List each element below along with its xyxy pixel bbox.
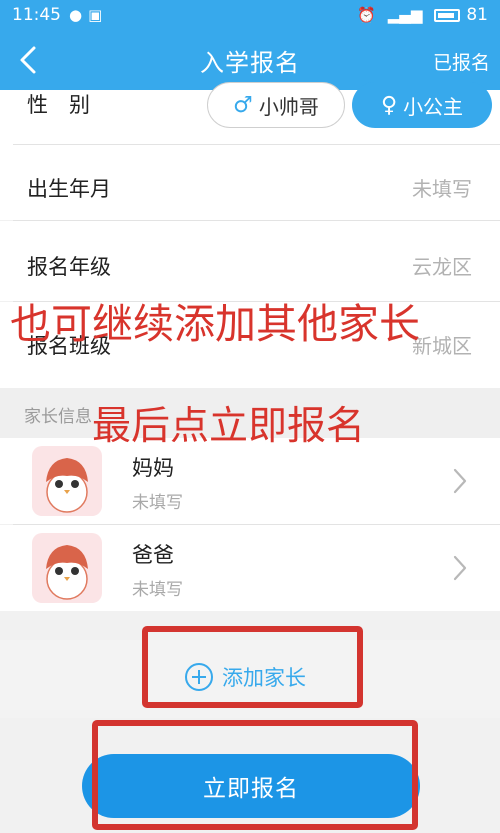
page-title: 入学报名 — [200, 48, 300, 77]
avatar — [32, 533, 102, 603]
alarm-icon: ⏰ — [357, 6, 376, 24]
parent-name: 爸爸 — [132, 543, 174, 567]
grade-label: 报名年级 — [27, 255, 111, 279]
class-value: 新城区 — [412, 334, 472, 358]
battery-icon — [434, 8, 461, 22]
status-right: ⏰ ▂▄▆ 81 — [357, 5, 488, 25]
highlight-box-add-parent — [142, 626, 363, 708]
signal-icon: ▂▄▆ — [387, 6, 423, 24]
female-symbol-icon: ♀ — [380, 92, 398, 118]
parent-section-title: 家长信息 — [24, 407, 92, 427]
gender-female-button[interactable]: ♀ 小公主 — [352, 82, 492, 128]
status-bar: 11:45 ● ▣ ⏰ ▂▄▆ 81 — [0, 0, 500, 30]
gender-male-label: 小帅哥 — [258, 94, 319, 119]
battery-level: 81 — [466, 5, 488, 25]
divider — [13, 144, 500, 145]
annotation-text-add-parent: 也可继续添加其他家长 — [10, 300, 420, 348]
avatar — [32, 446, 102, 516]
image-icon: ▣ — [88, 6, 103, 24]
annotation-text-submit: 最后点立即报名 — [92, 404, 366, 449]
parent-name: 妈妈 — [132, 456, 174, 480]
birth-value: 未填写 — [412, 177, 472, 201]
gender-female-label: 小公主 — [403, 94, 464, 119]
nav-bar: 入学报名 已报名 — [0, 30, 500, 90]
birth-row[interactable]: 出生年月 未填写 — [0, 130, 500, 220]
owl-avatar-icon — [46, 458, 88, 513]
chevron-right-icon — [453, 468, 467, 494]
birth-label: 出生年月 — [27, 177, 111, 201]
parent-status: 未填写 — [132, 580, 183, 600]
parent-row-father[interactable]: 爸爸 未填写 — [0, 525, 500, 611]
chat-bubble-icon: ● — [69, 6, 83, 24]
owl-avatar-icon — [46, 545, 88, 600]
male-symbol-icon: ♂ — [233, 92, 253, 118]
gender-male-button[interactable]: ♂ 小帅哥 — [207, 82, 345, 128]
registered-link[interactable]: 已报名 — [433, 48, 490, 75]
gender-label: 性 别 — [27, 93, 90, 117]
chevron-left-icon[interactable] — [14, 42, 44, 78]
status-time: 11:45 — [12, 5, 61, 25]
grade-row[interactable]: 报名年级 云龙区 — [0, 221, 500, 301]
grade-value: 云龙区 — [412, 255, 472, 279]
highlight-box-submit — [92, 720, 418, 830]
chevron-right-icon — [453, 555, 467, 581]
parent-status: 未填写 — [132, 493, 183, 513]
